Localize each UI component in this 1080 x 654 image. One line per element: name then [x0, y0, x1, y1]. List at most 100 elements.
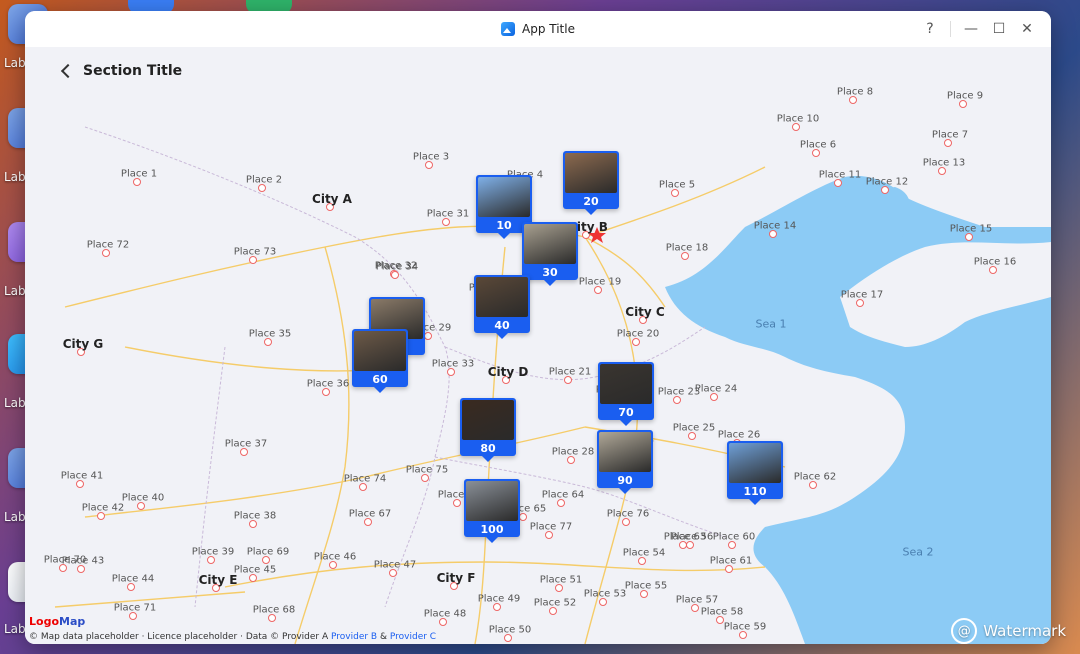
map-view[interactable]: Place 1Place 2Place 3Place 4Place 5Place… [25, 47, 1051, 644]
city-dot [582, 231, 590, 239]
map-basemap [54, 126, 1051, 644]
photo-cluster-marker[interactable]: 40 [474, 275, 530, 339]
app-icon [501, 22, 515, 36]
help-button[interactable]: ? [916, 15, 944, 43]
city-dot [856, 299, 864, 307]
city-dot [212, 584, 220, 592]
city-dot [686, 541, 694, 549]
back-nav[interactable]: Section Title [60, 63, 182, 79]
attribution-provider: Provider A [282, 632, 329, 642]
city-dot [519, 513, 527, 521]
city-dot [424, 332, 432, 340]
city-dot [442, 218, 450, 226]
city-dot [545, 531, 553, 539]
photo-thumbnail [478, 177, 530, 217]
city-dot [453, 499, 461, 507]
photo-cluster-marker[interactable]: 100 [464, 479, 520, 543]
photo-thumbnail [599, 432, 651, 472]
city-dot [389, 569, 397, 577]
minimize-button[interactable]: — [957, 15, 985, 43]
watermark-icon: @ [951, 618, 978, 644]
city-dot [102, 249, 110, 257]
city-dot [739, 631, 747, 639]
photo-cluster-marker[interactable]: 70 [598, 362, 654, 426]
city-dot [671, 189, 679, 197]
city-dot [264, 338, 272, 346]
city-dot [137, 502, 145, 510]
photo-cluster-marker[interactable]: 90 [597, 430, 653, 494]
map-logo-a: Logo [29, 615, 59, 628]
city-dot [421, 474, 429, 482]
city-dot [599, 598, 607, 606]
city-dot [557, 499, 565, 507]
city-dot [792, 123, 800, 131]
map-attribution: © Map data placeholder · Licence placeho… [29, 632, 436, 642]
city-dot [564, 376, 572, 384]
city-dot [881, 186, 889, 194]
photo-count: 20 [583, 195, 599, 208]
attribution-main: © Map data placeholder · Licence placeho… [29, 632, 280, 642]
photo-cluster-marker[interactable]: 80 [460, 398, 516, 462]
city-dot [728, 541, 736, 549]
city-dot [769, 230, 777, 238]
city-dot [439, 618, 447, 626]
city-dot [725, 565, 733, 573]
city-dot [716, 616, 724, 624]
city-dot [77, 565, 85, 573]
city-dot [965, 233, 973, 241]
city-dot [77, 348, 85, 356]
city-dot [129, 612, 137, 620]
photo-thumbnail [600, 364, 652, 404]
city-dot [809, 481, 817, 489]
photo-thumbnail [476, 277, 528, 317]
photo-thumbnail [466, 481, 518, 521]
photo-thumbnail [565, 153, 617, 193]
chevron-left-icon [60, 63, 76, 79]
city-dot [691, 604, 699, 612]
city-dot [359, 483, 367, 491]
photo-count: 110 [743, 485, 767, 498]
city-dot [681, 252, 689, 260]
photo-count: 100 [480, 523, 504, 536]
city-dot [322, 388, 330, 396]
city-dot [493, 603, 501, 611]
maximize-button[interactable]: ☐ [985, 15, 1013, 43]
city-dot [364, 518, 372, 526]
photo-cluster-marker[interactable]: 60 [352, 329, 408, 393]
city-dot [834, 179, 842, 187]
photo-thumbnail [354, 331, 406, 371]
city-dot [849, 96, 857, 104]
city-dot [812, 149, 820, 157]
city-dot [710, 393, 718, 401]
map-logo: LogoMap [29, 615, 85, 628]
window-controls: ? — ☐ ✕ [916, 11, 1041, 47]
photo-cluster-marker[interactable]: 110 [727, 441, 783, 505]
map-logo-b: Map [59, 615, 86, 628]
city-dot [76, 480, 84, 488]
attribution-link-2[interactable]: Provider C [390, 632, 436, 642]
attribution-amp: & [379, 632, 387, 642]
window-title: App Title [522, 22, 575, 36]
close-button[interactable]: ✕ [1013, 15, 1041, 43]
title-separator [950, 21, 951, 37]
city-dot [673, 396, 681, 404]
photo-count: 30 [542, 266, 558, 279]
attribution-link-1[interactable]: Provider B [331, 632, 377, 642]
app-window: App Title ? — ☐ ✕ Place 1 Place 2 Place … [25, 11, 1051, 644]
city-dot [567, 456, 575, 464]
city-dot [258, 184, 266, 192]
photo-cluster-marker[interactable]: 30 [522, 222, 578, 286]
photo-thumbnail [729, 443, 781, 483]
city-dot [640, 590, 648, 598]
city-dot [989, 266, 997, 274]
city-dot [249, 256, 257, 264]
city-dot [594, 286, 602, 294]
city-dot [133, 178, 141, 186]
city-dot [622, 518, 630, 526]
watermark-text: Watermark [983, 622, 1066, 640]
photo-cluster-marker[interactable]: 20 [563, 151, 619, 215]
city-dot [959, 100, 967, 108]
city-dot [249, 574, 257, 582]
city-dot [938, 167, 946, 175]
city-dot [207, 556, 215, 564]
